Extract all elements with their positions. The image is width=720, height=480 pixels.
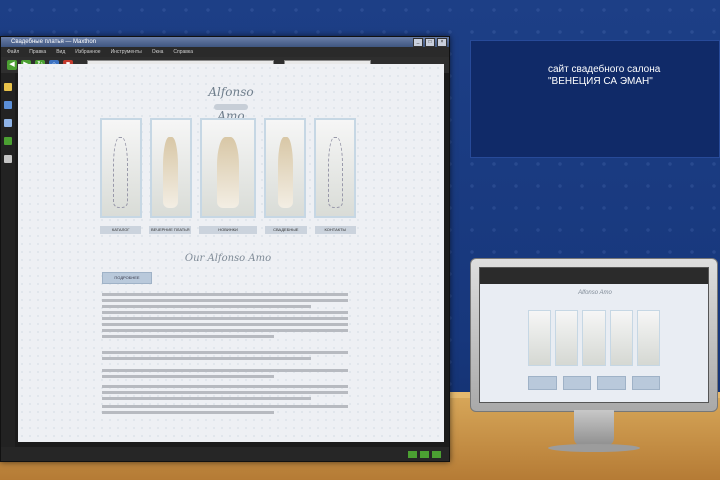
menu-favorites[interactable]: Избранное (75, 49, 100, 55)
maximize-button[interactable]: □ (425, 38, 435, 47)
gallery-label[interactable]: НОВИНКИ (198, 226, 258, 234)
browser-sidebar (1, 73, 15, 447)
monitor-stand (574, 410, 614, 446)
close-button[interactable]: × (437, 38, 447, 47)
banner-line: "ВЕНЕЦИЯ СА ЭМАН" (548, 76, 653, 87)
menu-edit[interactable]: Правка (29, 49, 46, 55)
favorites-icon[interactable] (4, 83, 12, 91)
gallery-labels: КАТАЛОГ ВЕЧЕРНИЕ ПЛАТЬЯ НОВИНКИ СВАДЕБНЫ… (100, 226, 357, 234)
logo-underline (214, 104, 248, 110)
text-paragraph (102, 290, 348, 341)
feeds-icon[interactable] (4, 101, 12, 109)
gallery-label[interactable]: КОНТАКТЫ (314, 226, 357, 234)
monitor-mockup: Alfonso Amo (470, 258, 718, 452)
dress-photo[interactable] (199, 118, 257, 218)
mini-photo (609, 310, 633, 366)
banner-line: сайт свадебного салона (548, 64, 661, 75)
history-icon[interactable] (4, 119, 12, 127)
minimize-button[interactable]: _ (413, 38, 423, 47)
site-logo[interactable]: Alfonso Amo (196, 80, 266, 123)
menu-file[interactable]: Файл (7, 49, 19, 55)
mini-button (562, 376, 591, 390)
notes-icon[interactable] (4, 155, 12, 163)
mini-buttons (528, 376, 660, 390)
monitor-screen: Alfonso Amo (479, 267, 709, 403)
promo-banner: сайт свадебного салона "ВЕНЕЦИЯ СА ЭМАН" (470, 40, 720, 158)
gallery-label[interactable]: ВЕЧЕРНИЕ ПЛАТЬЯ (149, 226, 191, 234)
dress-gallery (100, 118, 357, 218)
status-bar (1, 447, 449, 461)
back-icon[interactable]: ◀ (7, 60, 17, 70)
gallery-label[interactable]: СВАДЕБНЫЕ (265, 226, 307, 234)
mini-browser-bar (480, 268, 708, 284)
banner-caption: сайт свадебного салона "ВЕНЕЦИЯ СА ЭМАН" (548, 64, 718, 88)
text-paragraph (102, 402, 348, 417)
dress-photo[interactable] (264, 118, 307, 218)
window-title: Свадебные платья — Maxthon (11, 39, 97, 45)
dress-photo[interactable] (149, 118, 192, 218)
dress-photo[interactable] (100, 118, 142, 218)
menu-tools[interactable]: Инструменты (111, 49, 142, 55)
menu-view[interactable]: Вид (56, 49, 65, 55)
status-icon[interactable] (408, 450, 417, 458)
menu-bar: Файл Правка Вид Избранное Инструменты Ок… (1, 47, 449, 57)
details-button[interactable]: ПОДРОБНЕЕ (102, 272, 152, 284)
mini-button (528, 376, 557, 390)
mini-gallery (528, 310, 661, 366)
monitor-frame: Alfonso Amo (470, 258, 718, 412)
downloads-icon[interactable] (4, 137, 12, 145)
text-paragraph (102, 382, 348, 403)
mini-photo (555, 310, 579, 366)
menu-windows[interactable]: Окна (152, 49, 164, 55)
monitor-base (548, 444, 640, 452)
window-controls: _ □ × (413, 38, 447, 47)
menu-help[interactable]: Справка (173, 49, 193, 55)
mini-photo (636, 310, 661, 366)
mini-photo (582, 310, 606, 366)
dress-photo[interactable] (314, 118, 357, 218)
text-paragraph (102, 348, 348, 363)
mini-button (631, 376, 660, 390)
window-titlebar: Свадебные платья — Maxthon _ □ × (1, 37, 449, 47)
gallery-label[interactable]: КАТАЛОГ (100, 226, 142, 234)
webpage-viewport: Alfonso Amo КАТАЛОГ ВЕЧЕРНИЕ ПЛАТЬЯ НОВИ… (18, 64, 444, 442)
section-title: Our Alfonso Amo (184, 253, 272, 264)
status-icon[interactable] (432, 450, 441, 458)
mini-button (597, 376, 626, 390)
mini-logo: Alfonso Amo (578, 290, 612, 296)
text-paragraph (102, 366, 348, 381)
status-icon[interactable] (420, 450, 429, 458)
mini-photo (528, 310, 552, 366)
